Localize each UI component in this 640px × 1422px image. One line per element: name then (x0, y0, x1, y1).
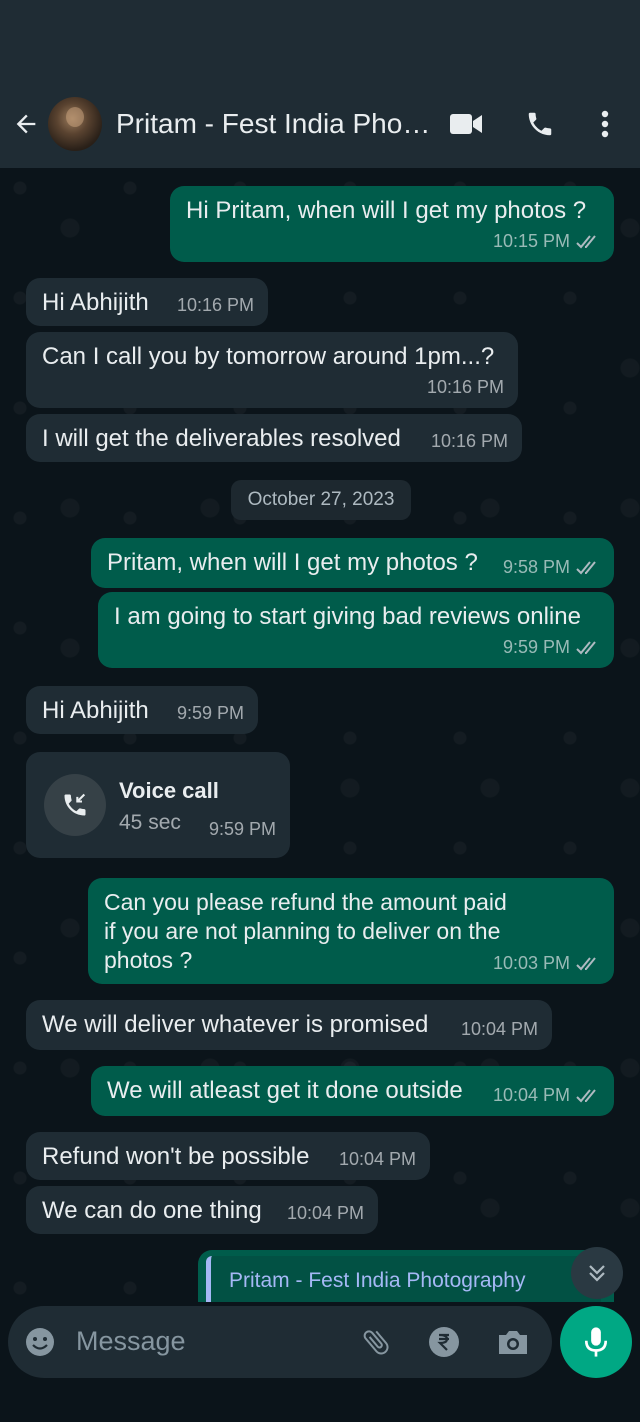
message-time: 10:03 PM (492, 953, 570, 973)
avatar[interactable] (48, 97, 102, 151)
camera-icon (499, 1331, 527, 1354)
quoted-message[interactable]: Pritam - Fest India Photography (206, 1256, 601, 1302)
message-text: We will atleast get it done outside (107, 1077, 463, 1104)
phone-icon (528, 112, 552, 136)
message-incoming[interactable]: Hi Abhijith 9:59 PM (26, 686, 258, 734)
message-outgoing[interactable]: We will atleast get it done outside 10:0… (91, 1066, 614, 1116)
message-text: Hi Pritam, when will I get my photos ? (186, 197, 587, 224)
incoming-call-icon (64, 793, 86, 816)
contact-name[interactable]: Pritam - Fest India Photography (116, 108, 431, 140)
message-incoming[interactable]: I will get the deliverables resolved 10:… (26, 414, 522, 462)
payment-button[interactable] (428, 1326, 460, 1363)
double-check-icon (576, 956, 596, 970)
double-check-icon (576, 1088, 596, 1102)
composer: Message (0, 1302, 640, 1422)
message-incoming[interactable]: We can do one thing 10:04 PM (26, 1186, 378, 1234)
message-time: 10:04 PM (338, 1149, 416, 1169)
double-check-icon (576, 560, 596, 574)
message-text: Pritam, when will I get my photos ? (107, 549, 478, 576)
message-incoming[interactable]: Refund won't be possible 10:04 PM (26, 1132, 430, 1180)
message-incoming[interactable]: Can I call you by tomorrow around 1pm...… (26, 332, 518, 408)
video-call-icon (450, 114, 482, 134)
message-incoming[interactable]: Hi Abhijith 10:16 PM (26, 278, 268, 326)
message-time: 9:59 PM (502, 637, 570, 657)
message-outgoing[interactable]: I am going to start giving bad reviews o… (98, 592, 614, 668)
message-outgoing[interactable]: Can you please refund the amount paid if… (88, 878, 614, 984)
message-text: Hi Abhijith (42, 289, 149, 316)
missed-call-badge (44, 774, 106, 836)
rupee-icon (429, 1327, 459, 1357)
scroll-to-bottom-button[interactable] (571, 1247, 623, 1299)
message-time: 10:16 PM (430, 431, 508, 451)
message-input[interactable]: Message (76, 1326, 186, 1357)
message-text: Can I call you by tomorrow around 1pm...… (42, 343, 495, 370)
date-separator: October 27, 2023 (231, 480, 411, 520)
message-text: We will deliver whatever is promised (42, 1011, 429, 1038)
status-bar (0, 0, 640, 80)
quoted-sender: Pritam - Fest India Photography (229, 1269, 526, 1292)
more-options-icon (601, 110, 609, 138)
message-input-bar[interactable]: Message (8, 1306, 552, 1378)
message-time: 10:16 PM (176, 295, 254, 315)
back-arrow-icon (16, 114, 36, 134)
message-text: I am going to start giving bad reviews o… (114, 603, 581, 630)
voice-call-button[interactable] (520, 80, 560, 168)
message-time: 10:04 PM (286, 1203, 364, 1223)
more-options-button[interactable] (590, 80, 620, 168)
paperclip-icon (363, 1330, 389, 1355)
message-incoming[interactable]: We will deliver whatever is promised 10:… (26, 1000, 552, 1050)
message-text: Can you please refund the amount paid if… (104, 889, 507, 973)
voice-message-button[interactable] (560, 1306, 632, 1378)
voice-call-duration: 45 sec (119, 811, 181, 834)
message-text: Refund won't be possible (42, 1143, 310, 1170)
message-outgoing[interactable]: Hi Pritam, when will I get my photos ? 1… (170, 186, 614, 262)
emoji-button[interactable] (24, 1326, 56, 1363)
voice-call-label: Voice call (119, 778, 219, 803)
microphone-icon (584, 1327, 608, 1357)
double-chevron-down-icon (589, 1265, 605, 1282)
message-list[interactable]: Hi Pritam, when will I get my photos ? 1… (0, 168, 640, 1302)
message-time: 10:04 PM (460, 1019, 538, 1039)
back-button[interactable] (4, 80, 48, 168)
camera-button[interactable] (496, 1326, 530, 1363)
message-time: 10:04 PM (492, 1085, 570, 1105)
voice-call-message[interactable]: Voice call 45 sec 9:59 PM (26, 752, 290, 858)
double-check-icon (576, 234, 596, 248)
attach-button[interactable] (360, 1326, 392, 1363)
message-outgoing[interactable]: Pritam, when will I get my photos ? 9:58… (91, 538, 614, 588)
message-time: 9:59 PM (176, 703, 244, 723)
message-text: We can do one thing (42, 1197, 262, 1224)
double-check-icon (576, 640, 596, 654)
video-call-button[interactable] (444, 80, 488, 168)
message-text: I will get the deliverables resolved (42, 425, 401, 452)
emoji-icon (26, 1328, 54, 1356)
message-time: 10:16 PM (426, 377, 504, 397)
message-time: 9:58 PM (502, 557, 570, 577)
message-time: 10:15 PM (492, 231, 570, 251)
message-time: 9:59 PM (208, 819, 276, 839)
message-text: Hi Abhijith (42, 697, 149, 724)
message-outgoing[interactable]: Pritam - Fest India Photography (198, 1250, 614, 1302)
